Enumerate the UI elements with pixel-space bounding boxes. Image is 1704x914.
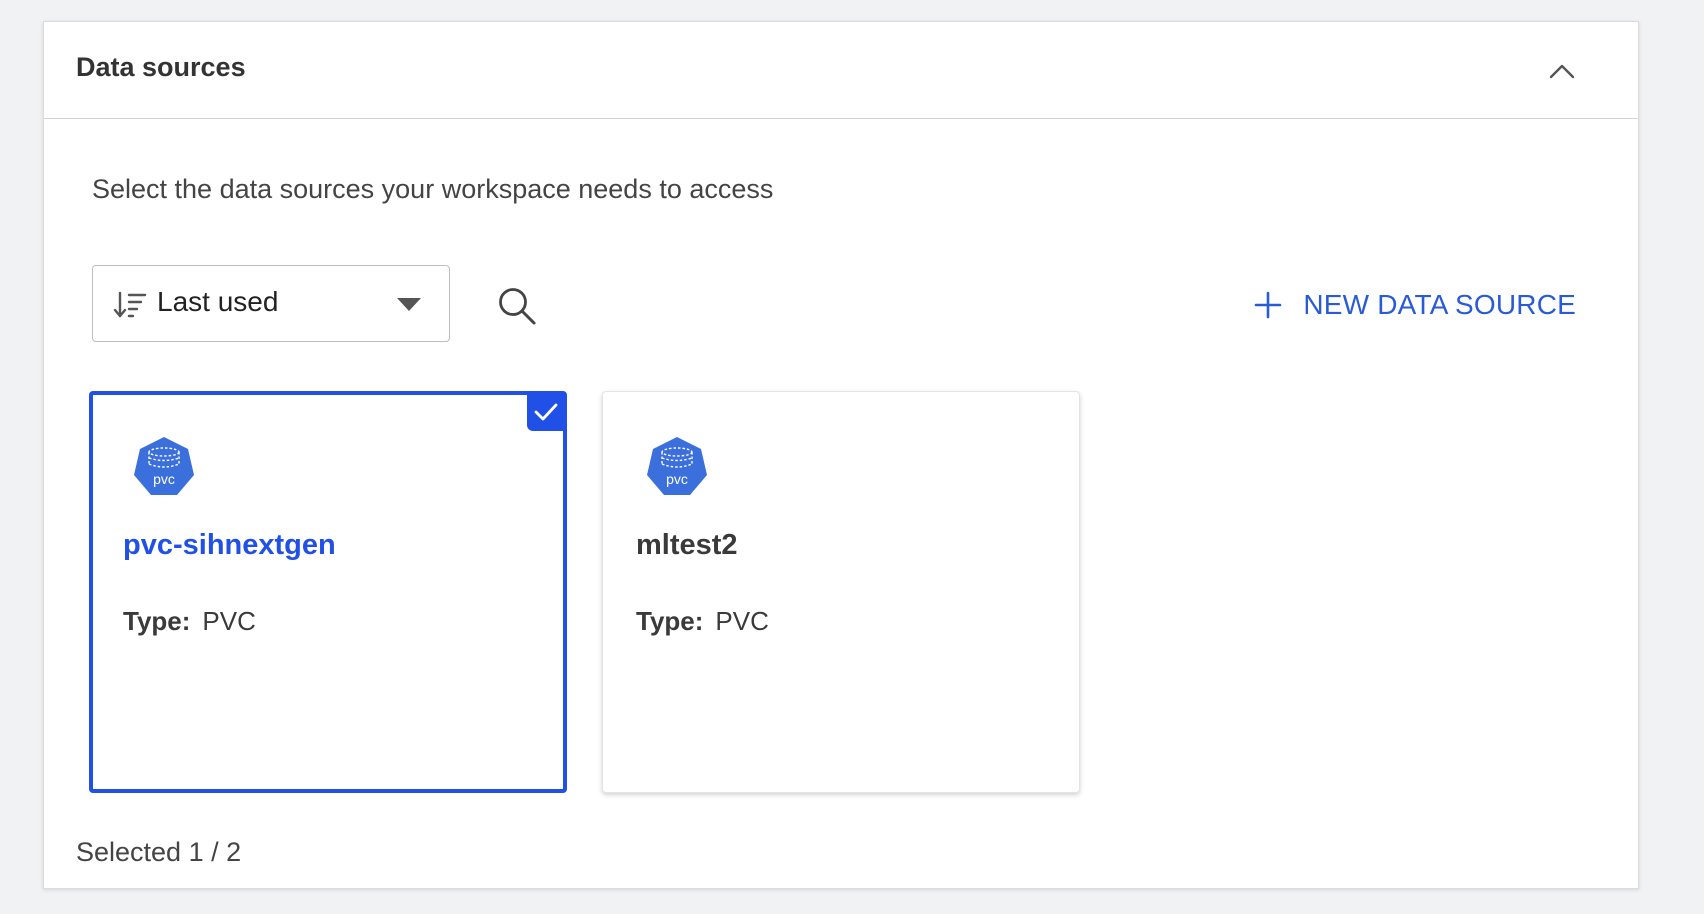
chevron-up-icon — [1549, 64, 1575, 79]
search-button[interactable] — [496, 285, 538, 327]
panel-header[interactable]: Data sources — [44, 22, 1638, 119]
checkmark-icon — [534, 403, 558, 421]
data-source-card-mltest2[interactable]: pvc mltest2 Type: PVC — [602, 391, 1080, 793]
card-selected-badge — [527, 393, 565, 431]
card-title: pvc-sihnextgen — [123, 529, 336, 561]
data-sources-panel: Data sources Select the data sources you… — [43, 21, 1639, 889]
panel-title: Data sources — [76, 52, 246, 82]
plus-icon — [1255, 291, 1282, 319]
sort-descending-icon — [113, 291, 147, 318]
new-data-source-button[interactable]: NEW DATA SOURCE — [1253, 285, 1576, 325]
selection-count: Selected 1 / 2 — [76, 837, 242, 867]
card-type-value: PVC — [202, 606, 256, 636]
card-type: Type: PVC — [123, 606, 256, 637]
data-source-card-pvc-sihnextgen[interactable]: pvc pvc-sihnextgen Type: PVC — [89, 391, 567, 793]
sort-dropdown[interactable]: Last used — [92, 265, 450, 342]
collapse-button[interactable] — [1542, 52, 1582, 92]
pvc-icon-text: pvc — [153, 471, 175, 487]
card-type-value: PVC — [715, 606, 769, 636]
search-icon — [499, 288, 536, 325]
new-data-source-label: NEW DATA SOURCE — [1303, 289, 1576, 320]
card-type: Type: PVC — [636, 606, 769, 637]
card-title: mltest2 — [636, 529, 738, 561]
pvc-icon: pvc — [134, 437, 194, 495]
pvc-icon-text: pvc — [666, 471, 688, 487]
panel-subtitle: Select the data sources your workspace n… — [92, 174, 774, 204]
pvc-icon: pvc — [647, 437, 707, 495]
card-type-label: Type: — [123, 606, 191, 636]
card-type-label: Type: — [636, 606, 704, 636]
sort-value: Last used — [157, 286, 279, 317]
caret-down-icon — [397, 298, 421, 311]
